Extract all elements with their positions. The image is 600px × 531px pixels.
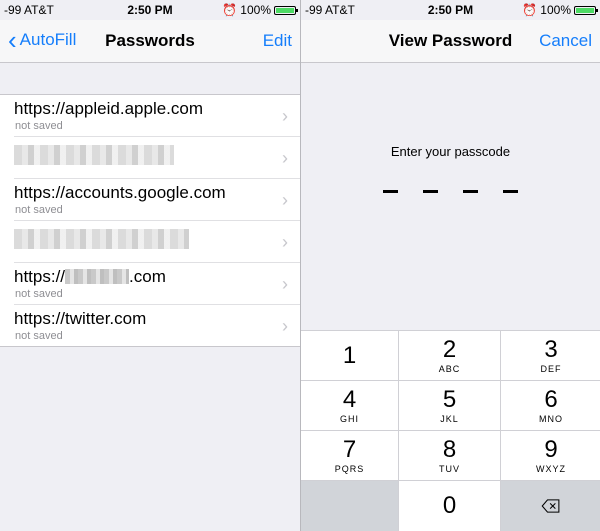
chevron-right-icon: › bbox=[282, 106, 288, 126]
list-item[interactable]: https://twitter.com not saved › bbox=[14, 305, 300, 346]
site-url: https://accounts.google.com bbox=[14, 183, 226, 202]
password-list: https://appleid.apple.com not saved › › … bbox=[0, 94, 300, 347]
passcode-slot bbox=[463, 190, 478, 193]
view-password-screen: -99 AT&T 2:50 PM ⏰ 100% View Password Ca… bbox=[300, 0, 600, 531]
cancel-button[interactable]: Cancel bbox=[539, 31, 592, 51]
alarm-icon: ⏰ bbox=[222, 3, 238, 17]
autofill-passwords-screen: -99 AT&T 2:50 PM ⏰ 100% ‹ AutoFill Passw… bbox=[0, 0, 300, 531]
key-3[interactable]: 3 DEF bbox=[501, 330, 600, 380]
edit-button[interactable]: Edit bbox=[263, 31, 292, 51]
key-digit: 7 bbox=[342, 435, 357, 463]
key-letters: DEF bbox=[540, 363, 562, 374]
numeric-keypad: 1 2 ABC 3 DEF 4 GHI 5 JKL 6 MNO 7 PQRS 8… bbox=[301, 330, 600, 531]
battery-percent: 100% bbox=[540, 3, 571, 17]
list-item[interactable]: https://accounts.google.com not saved › bbox=[14, 179, 300, 221]
site-url: https:// .com bbox=[14, 267, 166, 287]
list-item[interactable]: › bbox=[14, 137, 300, 179]
status-right: ⏰ 100% bbox=[522, 3, 598, 17]
key-letters: PQRS bbox=[334, 463, 365, 474]
key-4[interactable]: 4 GHI bbox=[301, 380, 399, 430]
key-digit: 2 bbox=[442, 335, 457, 363]
status-right: ⏰ 100% bbox=[222, 3, 298, 17]
key-2[interactable]: 2 ABC bbox=[399, 330, 501, 380]
key-digit: 1 bbox=[342, 341, 357, 369]
passcode-dots bbox=[301, 190, 600, 193]
key-letters: MNO bbox=[539, 413, 563, 424]
redacted-domain bbox=[65, 269, 130, 284]
delete-key[interactable] bbox=[501, 480, 600, 531]
list-item[interactable]: › bbox=[14, 221, 300, 263]
key-7[interactable]: 7 PQRS bbox=[301, 430, 399, 480]
key-digit: 5 bbox=[442, 385, 457, 413]
chevron-right-icon: › bbox=[282, 148, 288, 168]
redacted-entry bbox=[14, 145, 174, 165]
key-digit: 4 bbox=[342, 385, 357, 413]
key-digit: 0 bbox=[442, 492, 457, 519]
chevron-right-icon: › bbox=[282, 316, 288, 336]
nav-bar: ‹ AutoFill Passwords Edit bbox=[0, 20, 300, 63]
nav-bar: View Password Cancel bbox=[301, 20, 600, 63]
site-url: https://appleid.apple.com bbox=[14, 99, 204, 118]
delete-backspace-icon bbox=[541, 499, 560, 513]
key-digit: 6 bbox=[544, 385, 558, 413]
chevron-right-icon: › bbox=[282, 232, 288, 252]
battery-percent: 100% bbox=[240, 3, 271, 17]
status-bar: -99 AT&T 2:50 PM ⏰ 100% bbox=[0, 0, 300, 20]
passcode-prompt: Enter your passcode bbox=[390, 144, 511, 159]
key-letters: ABC bbox=[438, 363, 461, 374]
site-url: https://twitter.com bbox=[14, 309, 147, 328]
key-letters: JKL bbox=[440, 413, 459, 424]
key-letters: TUV bbox=[439, 463, 460, 474]
battery-icon bbox=[274, 5, 298, 15]
key-0[interactable]: 0 bbox=[399, 480, 501, 531]
key-9[interactable]: 9 WXYZ bbox=[501, 430, 600, 480]
alarm-icon: ⏰ bbox=[522, 3, 538, 17]
passcode-slot bbox=[423, 190, 438, 193]
redacted-entry bbox=[14, 229, 189, 249]
key-letters: WXYZ bbox=[536, 463, 566, 474]
chevron-right-icon: › bbox=[282, 190, 288, 210]
site-status: not saved bbox=[15, 204, 63, 216]
key-1[interactable]: 1 bbox=[301, 330, 399, 380]
chevron-right-icon: › bbox=[282, 274, 288, 294]
status-bar: -99 AT&T 2:50 PM ⏰ 100% bbox=[301, 0, 600, 20]
page-title: Passwords bbox=[105, 31, 195, 50]
url-prefix: https:// bbox=[14, 267, 66, 286]
key-6[interactable]: 6 MNO bbox=[501, 380, 600, 430]
passcode-slot bbox=[383, 190, 398, 193]
passcode-slot bbox=[503, 190, 518, 193]
key-digit: 9 bbox=[544, 435, 558, 463]
site-status: not saved bbox=[15, 288, 63, 300]
list-item[interactable]: https://appleid.apple.com not saved › bbox=[14, 95, 300, 137]
site-status: not saved bbox=[15, 330, 63, 342]
battery-icon bbox=[574, 5, 598, 15]
site-status: not saved bbox=[15, 120, 63, 132]
url-suffix: .com bbox=[129, 267, 166, 286]
key-letters: GHI bbox=[339, 413, 359, 424]
list-item[interactable]: https:// .com not saved › bbox=[14, 263, 300, 305]
key-digit: 3 bbox=[544, 335, 558, 363]
key-digit: 8 bbox=[442, 435, 457, 463]
key-8[interactable]: 8 TUV bbox=[399, 430, 501, 480]
key-5[interactable]: 5 JKL bbox=[399, 380, 501, 430]
key-blank bbox=[301, 480, 399, 531]
